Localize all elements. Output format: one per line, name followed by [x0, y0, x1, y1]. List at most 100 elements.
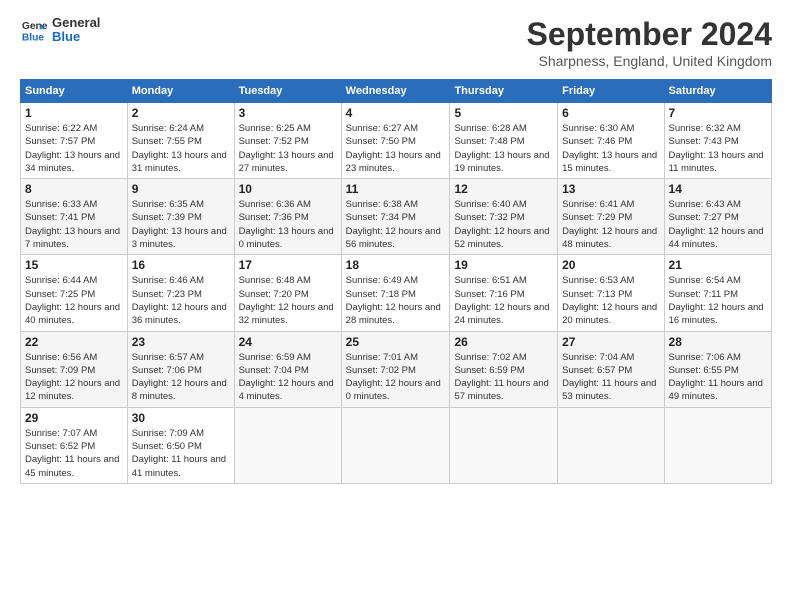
calendar-cell: 18 Sunrise: 6:49 AM Sunset: 7:18 PM Dayl…: [341, 255, 450, 331]
day-info: Sunrise: 6:41 AM Sunset: 7:29 PM Dayligh…: [562, 198, 659, 251]
day-info: Sunrise: 6:57 AM Sunset: 7:06 PM Dayligh…: [132, 351, 230, 404]
calendar-cell: [450, 407, 558, 483]
logo-text-general: General: [52, 16, 100, 30]
day-info: Sunrise: 6:44 AM Sunset: 7:25 PM Dayligh…: [25, 274, 123, 327]
day-info: Sunrise: 7:04 AM Sunset: 6:57 PM Dayligh…: [562, 351, 659, 404]
day-info: Sunrise: 6:33 AM Sunset: 7:41 PM Dayligh…: [25, 198, 123, 251]
calendar: SundayMondayTuesdayWednesdayThursdayFrid…: [20, 79, 772, 484]
day-info: Sunrise: 6:27 AM Sunset: 7:50 PM Dayligh…: [346, 122, 446, 175]
day-info: Sunrise: 6:51 AM Sunset: 7:16 PM Dayligh…: [454, 274, 553, 327]
calendar-cell: 24 Sunrise: 6:59 AM Sunset: 7:04 PM Dayl…: [234, 331, 341, 407]
calendar-day-header: Wednesday: [341, 80, 450, 103]
logo: General Blue General Blue: [20, 16, 100, 45]
calendar-week-row: 8 Sunrise: 6:33 AM Sunset: 7:41 PM Dayli…: [21, 179, 772, 255]
day-number: 16: [132, 258, 230, 272]
calendar-cell: 28 Sunrise: 7:06 AM Sunset: 6:55 PM Dayl…: [664, 331, 771, 407]
day-info: Sunrise: 6:48 AM Sunset: 7:20 PM Dayligh…: [239, 274, 337, 327]
day-info: Sunrise: 6:40 AM Sunset: 7:32 PM Dayligh…: [454, 198, 553, 251]
day-number: 29: [25, 411, 123, 425]
day-number: 13: [562, 182, 659, 196]
calendar-week-row: 22 Sunrise: 6:56 AM Sunset: 7:09 PM Dayl…: [21, 331, 772, 407]
day-info: Sunrise: 6:49 AM Sunset: 7:18 PM Dayligh…: [346, 274, 446, 327]
day-number: 25: [346, 335, 446, 349]
month-title: September 2024: [527, 16, 772, 53]
day-number: 7: [669, 106, 767, 120]
calendar-week-row: 15 Sunrise: 6:44 AM Sunset: 7:25 PM Dayl…: [21, 255, 772, 331]
day-number: 4: [346, 106, 446, 120]
day-number: 2: [132, 106, 230, 120]
day-info: Sunrise: 7:01 AM Sunset: 7:02 PM Dayligh…: [346, 351, 446, 404]
day-number: 10: [239, 182, 337, 196]
day-number: 1: [25, 106, 123, 120]
calendar-cell: 20 Sunrise: 6:53 AM Sunset: 7:13 PM Dayl…: [558, 255, 664, 331]
day-info: Sunrise: 6:54 AM Sunset: 7:11 PM Dayligh…: [669, 274, 767, 327]
day-number: 20: [562, 258, 659, 272]
day-number: 18: [346, 258, 446, 272]
calendar-cell: [664, 407, 771, 483]
day-number: 14: [669, 182, 767, 196]
day-number: 3: [239, 106, 337, 120]
calendar-cell: 10 Sunrise: 6:36 AM Sunset: 7:36 PM Dayl…: [234, 179, 341, 255]
calendar-cell: 25 Sunrise: 7:01 AM Sunset: 7:02 PM Dayl…: [341, 331, 450, 407]
day-number: 21: [669, 258, 767, 272]
calendar-cell: 6 Sunrise: 6:30 AM Sunset: 7:46 PM Dayli…: [558, 103, 664, 179]
calendar-cell: 4 Sunrise: 6:27 AM Sunset: 7:50 PM Dayli…: [341, 103, 450, 179]
calendar-cell: 13 Sunrise: 6:41 AM Sunset: 7:29 PM Dayl…: [558, 179, 664, 255]
location-subtitle: Sharpness, England, United Kingdom: [527, 53, 772, 69]
calendar-cell: 23 Sunrise: 6:57 AM Sunset: 7:06 PM Dayl…: [127, 331, 234, 407]
calendar-cell: 16 Sunrise: 6:46 AM Sunset: 7:23 PM Dayl…: [127, 255, 234, 331]
day-number: 22: [25, 335, 123, 349]
day-number: 30: [132, 411, 230, 425]
calendar-day-header: Tuesday: [234, 80, 341, 103]
day-number: 28: [669, 335, 767, 349]
calendar-cell: [234, 407, 341, 483]
calendar-cell: 22 Sunrise: 6:56 AM Sunset: 7:09 PM Dayl…: [21, 331, 128, 407]
day-info: Sunrise: 7:02 AM Sunset: 6:59 PM Dayligh…: [454, 351, 553, 404]
calendar-cell: 5 Sunrise: 6:28 AM Sunset: 7:48 PM Dayli…: [450, 103, 558, 179]
calendar-cell: 8 Sunrise: 6:33 AM Sunset: 7:41 PM Dayli…: [21, 179, 128, 255]
day-number: 19: [454, 258, 553, 272]
day-info: Sunrise: 6:32 AM Sunset: 7:43 PM Dayligh…: [669, 122, 767, 175]
calendar-cell: 14 Sunrise: 6:43 AM Sunset: 7:27 PM Dayl…: [664, 179, 771, 255]
calendar-day-header: Sunday: [21, 80, 128, 103]
day-number: 12: [454, 182, 553, 196]
day-info: Sunrise: 7:06 AM Sunset: 6:55 PM Dayligh…: [669, 351, 767, 404]
day-info: Sunrise: 6:30 AM Sunset: 7:46 PM Dayligh…: [562, 122, 659, 175]
day-number: 5: [454, 106, 553, 120]
calendar-week-row: 1 Sunrise: 6:22 AM Sunset: 7:57 PM Dayli…: [21, 103, 772, 179]
day-number: 17: [239, 258, 337, 272]
day-info: Sunrise: 6:36 AM Sunset: 7:36 PM Dayligh…: [239, 198, 337, 251]
day-info: Sunrise: 6:25 AM Sunset: 7:52 PM Dayligh…: [239, 122, 337, 175]
calendar-cell: 21 Sunrise: 6:54 AM Sunset: 7:11 PM Dayl…: [664, 255, 771, 331]
day-info: Sunrise: 6:53 AM Sunset: 7:13 PM Dayligh…: [562, 274, 659, 327]
calendar-cell: [558, 407, 664, 483]
day-number: 11: [346, 182, 446, 196]
calendar-cell: 2 Sunrise: 6:24 AM Sunset: 7:55 PM Dayli…: [127, 103, 234, 179]
calendar-cell: [341, 407, 450, 483]
svg-text:General: General: [22, 21, 48, 32]
day-number: 8: [25, 182, 123, 196]
calendar-cell: 11 Sunrise: 6:38 AM Sunset: 7:34 PM Dayl…: [341, 179, 450, 255]
day-info: Sunrise: 7:09 AM Sunset: 6:50 PM Dayligh…: [132, 427, 230, 480]
title-block: September 2024 Sharpness, England, Unite…: [527, 16, 772, 69]
calendar-cell: 7 Sunrise: 6:32 AM Sunset: 7:43 PM Dayli…: [664, 103, 771, 179]
calendar-week-row: 29 Sunrise: 7:07 AM Sunset: 6:52 PM Dayl…: [21, 407, 772, 483]
day-info: Sunrise: 6:24 AM Sunset: 7:55 PM Dayligh…: [132, 122, 230, 175]
calendar-cell: 15 Sunrise: 6:44 AM Sunset: 7:25 PM Dayl…: [21, 255, 128, 331]
day-info: Sunrise: 6:22 AM Sunset: 7:57 PM Dayligh…: [25, 122, 123, 175]
day-info: Sunrise: 6:46 AM Sunset: 7:23 PM Dayligh…: [132, 274, 230, 327]
calendar-cell: 12 Sunrise: 6:40 AM Sunset: 7:32 PM Dayl…: [450, 179, 558, 255]
calendar-cell: 27 Sunrise: 7:04 AM Sunset: 6:57 PM Dayl…: [558, 331, 664, 407]
svg-text:Blue: Blue: [22, 33, 45, 44]
day-info: Sunrise: 6:28 AM Sunset: 7:48 PM Dayligh…: [454, 122, 553, 175]
day-number: 23: [132, 335, 230, 349]
day-info: Sunrise: 6:59 AM Sunset: 7:04 PM Dayligh…: [239, 351, 337, 404]
day-info: Sunrise: 6:35 AM Sunset: 7:39 PM Dayligh…: [132, 198, 230, 251]
day-number: 15: [25, 258, 123, 272]
calendar-cell: 26 Sunrise: 7:02 AM Sunset: 6:59 PM Dayl…: [450, 331, 558, 407]
day-number: 9: [132, 182, 230, 196]
calendar-day-header: Thursday: [450, 80, 558, 103]
calendar-cell: 19 Sunrise: 6:51 AM Sunset: 7:16 PM Dayl…: [450, 255, 558, 331]
calendar-day-header: Friday: [558, 80, 664, 103]
calendar-header-row: SundayMondayTuesdayWednesdayThursdayFrid…: [21, 80, 772, 103]
